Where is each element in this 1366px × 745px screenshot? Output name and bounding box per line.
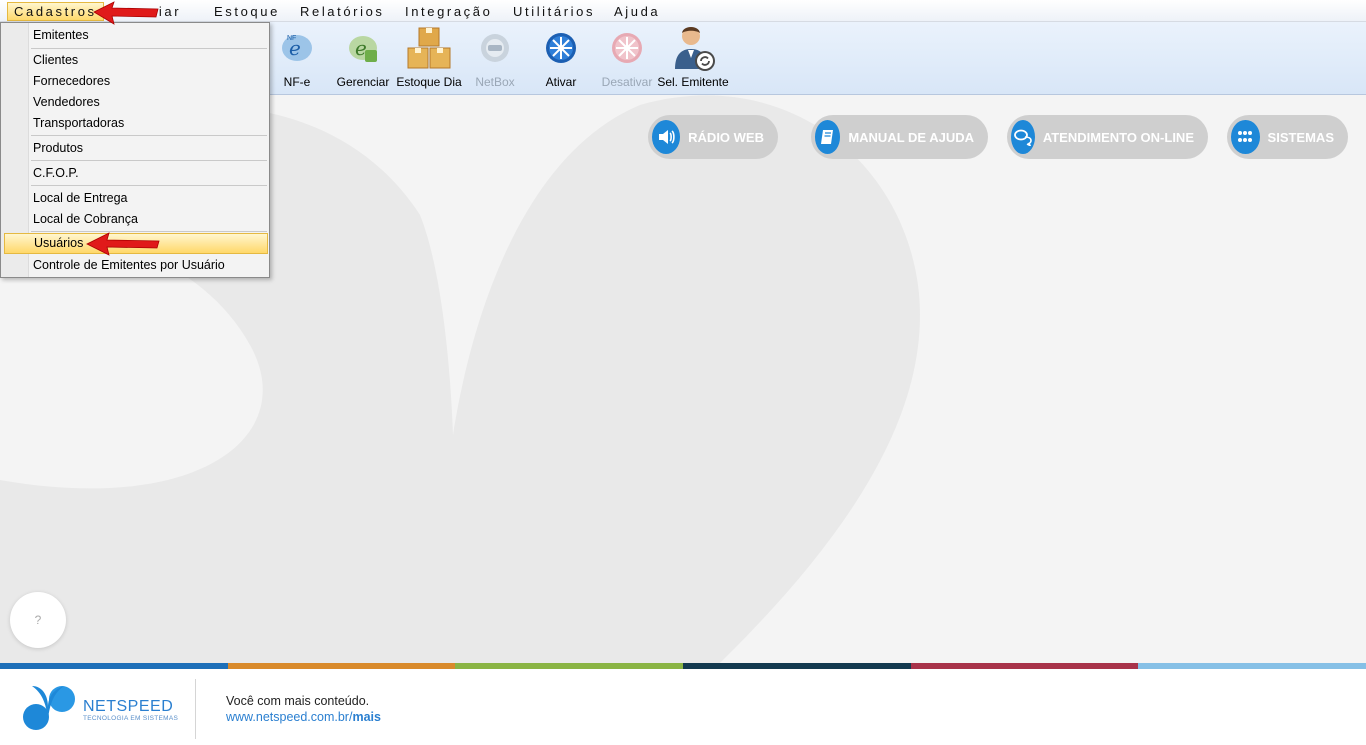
gerenciar-button[interactable]: e Gerenciar bbox=[332, 24, 394, 92]
footer-divider bbox=[195, 679, 196, 739]
menu-cadastros[interactable]: Cadastros bbox=[7, 2, 104, 21]
sel-emitente-label: Sel. Emitente bbox=[657, 75, 729, 89]
select-issuer-icon bbox=[669, 24, 717, 72]
speaker-icon bbox=[652, 120, 681, 154]
menu-item-produtos[interactable]: Produtos bbox=[4, 138, 268, 159]
menu-estoque[interactable]: Estoque bbox=[208, 3, 286, 20]
menu-item-transportadoras[interactable]: Transportadoras bbox=[4, 113, 268, 134]
annotation-arrow-cadastros bbox=[93, 1, 159, 25]
brand-tagline: TECNOLOGIA EM SISTEMAS bbox=[83, 715, 179, 722]
desativar-button[interactable]: Desativar bbox=[596, 24, 658, 92]
estoque-dia-button[interactable]: Estoque Dia bbox=[396, 24, 462, 92]
annotation-arrow-usuarios bbox=[86, 232, 160, 256]
help-manual-link[interactable]: MANUAL DE AJUDA bbox=[811, 115, 988, 159]
menu-item-local-cobranca[interactable]: Local de Cobrança bbox=[4, 209, 268, 230]
help-manual-label: MANUAL DE AJUDA bbox=[848, 129, 974, 145]
svg-text:NF: NF bbox=[287, 35, 296, 42]
book-icon bbox=[815, 120, 841, 154]
footer: NETSPEED TECNOLOGIA EM SISTEMAS Você com… bbox=[0, 669, 1366, 745]
chat-icon bbox=[1011, 120, 1035, 154]
radio-web-label: RÁDIO WEB bbox=[688, 129, 764, 145]
sel-emitente-button[interactable]: Sel. Emitente bbox=[657, 24, 729, 92]
boxes-icon bbox=[405, 24, 453, 72]
online-support-label: ATENDIMENTO ON-LINE bbox=[1042, 129, 1194, 145]
menu-separator bbox=[31, 135, 267, 136]
activate-icon bbox=[537, 24, 585, 72]
menu-relatorios[interactable]: Relatórios bbox=[294, 3, 391, 20]
menu-item-clientes[interactable]: Clientes bbox=[4, 50, 268, 71]
ativar-label: Ativar bbox=[545, 75, 577, 89]
help-button-label: ? bbox=[34, 613, 42, 627]
online-support-link[interactable]: ATENDIMENTO ON-LINE bbox=[1007, 115, 1208, 159]
grid-icon bbox=[1231, 120, 1260, 154]
netbox-icon bbox=[471, 24, 519, 72]
netbox-button[interactable]: NetBox bbox=[464, 24, 526, 92]
footer-link[interactable]: www.netspeed.com.br/mais bbox=[226, 710, 381, 724]
menu-ajuda[interactable]: Ajuda bbox=[608, 3, 666, 20]
menu-separator bbox=[31, 160, 267, 161]
desativar-label: Desativar bbox=[601, 75, 653, 89]
gerenciar-label: Gerenciar bbox=[336, 75, 390, 89]
netspeed-logo-icon bbox=[23, 686, 75, 730]
nfe-button[interactable]: e NF NF-e bbox=[266, 24, 328, 92]
footer-link-bold: mais bbox=[352, 710, 381, 724]
radio-web-link[interactable]: RÁDIO WEB bbox=[648, 115, 778, 159]
menu-item-local-entrega[interactable]: Local de Entrega bbox=[4, 188, 268, 209]
footer-slogan: Você com mais conteúdo. bbox=[226, 694, 370, 708]
menu-integracao[interactable]: Integração bbox=[399, 3, 498, 20]
menu-item-cfop[interactable]: C.F.O.P. bbox=[4, 163, 268, 184]
systems-label: SISTEMAS bbox=[1267, 129, 1334, 145]
menu-utilitarios[interactable]: Utilitários bbox=[507, 3, 601, 20]
estoque-dia-label: Estoque Dia bbox=[396, 75, 462, 89]
menu-item-vendedores[interactable]: Vendedores bbox=[4, 92, 268, 113]
ativar-button[interactable]: Ativar bbox=[530, 24, 592, 92]
footer-link-prefix: www.netspeed.com.br/ bbox=[226, 710, 353, 724]
nfe-label: NF-e bbox=[283, 75, 311, 89]
brand-name: NETSPEED bbox=[83, 698, 174, 715]
menu-separator bbox=[31, 48, 267, 49]
menu-separator bbox=[31, 185, 267, 186]
menu-bar: Cadastros nciar Estoque Relatórios Integ… bbox=[0, 0, 1366, 22]
deactivate-icon bbox=[603, 24, 651, 72]
systems-link[interactable]: SISTEMAS bbox=[1227, 115, 1348, 159]
help-button[interactable]: ? bbox=[10, 592, 66, 648]
menu-item-fornecedores[interactable]: Fornecedores bbox=[4, 71, 268, 92]
netbox-label: NetBox bbox=[475, 75, 515, 89]
nfe-icon: e NF bbox=[273, 24, 321, 72]
manage-nfe-icon: e bbox=[339, 24, 387, 72]
